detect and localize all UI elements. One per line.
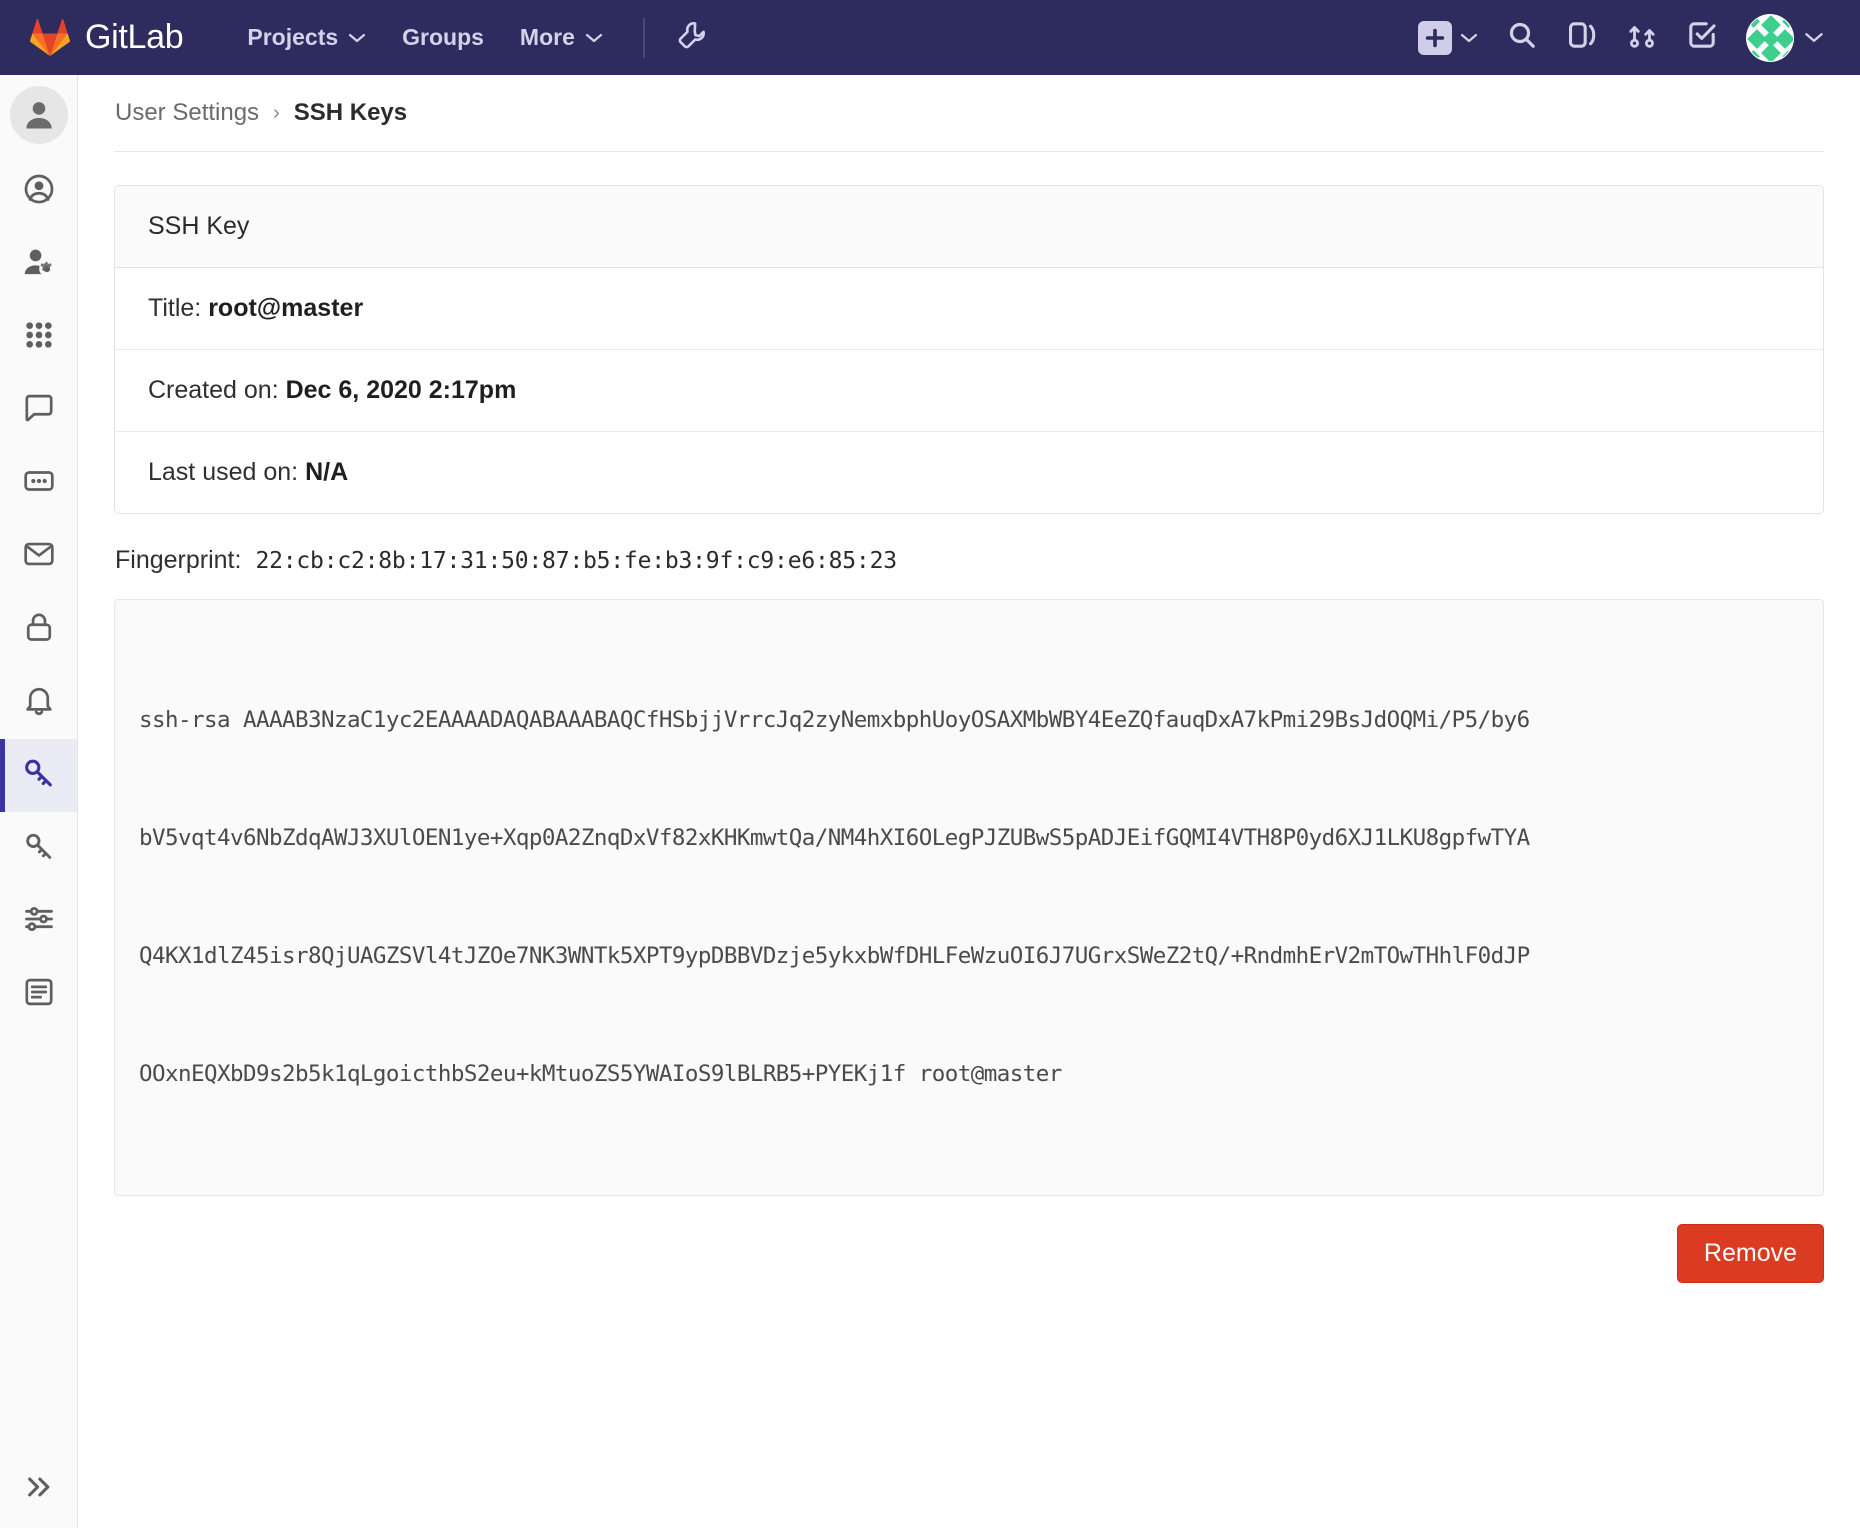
navbar-right-actions (1404, 8, 1834, 68)
sidebar-item-active-sessions[interactable] (0, 958, 77, 1031)
ssh-key-fingerprint: Fingerprint: 22:cb:c2:8b:17:31:50:87:b5:… (114, 546, 1824, 575)
sidebar-profile-avatar[interactable] (0, 75, 77, 155)
fingerprint-label: Fingerprint: (115, 546, 242, 574)
sidebar-item-notifications[interactable] (0, 666, 77, 739)
gitlab-brand[interactable]: GitLab (30, 18, 184, 58)
key-icon (22, 756, 56, 795)
ssh-key-lastused-value: N/A (305, 458, 349, 486)
ssh-key-line: bV5vqt4v6NbZdqAWJ3XUlOEN1ye+Xqp0A2ZnqDxV… (139, 824, 1530, 851)
user-gear-icon (22, 245, 56, 284)
sidebar-item-preferences[interactable] (0, 885, 77, 958)
sidebar-item-ssh-keys[interactable] (0, 739, 77, 812)
profile-avatar-icon (9, 86, 68, 144)
sidebar-item-gpg-keys[interactable] (0, 812, 77, 885)
top-navbar: GitLab Projects Groups More (0, 0, 1860, 75)
ssh-key-line: OOxnEQXbD9s2b5k1qLgoicthbS2eu+kMtuoZS5YW… (139, 1061, 1062, 1088)
nav-divider (642, 17, 645, 58)
sidebar-item-password[interactable] (0, 593, 77, 666)
merge-requests-button[interactable] (1612, 10, 1672, 65)
breadcrumb-parent[interactable]: User Settings (115, 99, 259, 127)
ssh-key-title-row: Title: root@master (115, 268, 1823, 350)
ssh-key-title-label: Title: (148, 294, 202, 322)
chevron-down-icon (1460, 32, 1478, 44)
grid-apps-icon (23, 319, 55, 356)
page-title: SSH Keys (293, 99, 408, 126)
breadcrumb-separator: › (273, 101, 280, 124)
user-avatar (1746, 13, 1794, 62)
ssh-key-public-key[interactable]: ssh-rsa AAAAB3NzaC1yc2EAAAADAQABAAABAQCf… (114, 599, 1824, 1197)
sidebar-item-chat[interactable] (0, 374, 77, 447)
comment-icon (22, 391, 56, 430)
chevron-down-icon (348, 32, 366, 44)
sidebar-item-applications[interactable] (0, 301, 77, 374)
new-item-button[interactable] (1404, 12, 1492, 64)
ssh-key-actions: Remove (114, 1224, 1824, 1284)
bell-icon (22, 683, 56, 722)
ssh-key-card-title: SSH Key (115, 186, 1823, 268)
wrench-icon (677, 20, 707, 55)
list-icon (22, 975, 56, 1014)
key-outline-icon (22, 829, 56, 868)
breadcrumb: User Settings › SSH Keys (114, 75, 1824, 152)
brand-name: GitLab (85, 18, 184, 56)
todos-checkmark-icon (1686, 19, 1718, 56)
main-content: User Settings › SSH Keys SSH Key Title: … (78, 75, 1860, 1528)
issues-icon (1566, 19, 1598, 56)
left-sidebar (0, 75, 78, 1528)
primary-nav: Projects Groups More (229, 14, 621, 61)
ssh-key-lastused-label: Last used on: (148, 458, 299, 486)
nav-link-projects[interactable]: Projects (229, 14, 384, 61)
nav-link-more-label: More (519, 24, 575, 50)
gitlab-logo-icon (30, 18, 70, 58)
nav-link-projects-label: Projects (247, 24, 339, 50)
token-card-icon (22, 464, 56, 503)
sliders-icon (22, 902, 56, 941)
chevron-down-icon (1804, 31, 1824, 44)
ssh-key-line: ssh-rsa AAAAB3NzaC1yc2EAAAADAQABAAABAQCf… (139, 706, 1530, 733)
search-button[interactable] (1492, 10, 1552, 65)
issues-button[interactable] (1552, 10, 1612, 65)
remove-button[interactable]: Remove (1676, 1224, 1824, 1284)
envelope-icon (22, 537, 56, 576)
todos-button[interactable] (1672, 10, 1732, 65)
search-icon (1506, 19, 1538, 56)
sidebar-item-profile[interactable] (0, 155, 77, 228)
fingerprint-value: 22:cb:c2:8b:17:31:50:87:b5:fe:b3:9f:c9:e… (255, 548, 897, 574)
nav-link-groups-label: Groups (402, 24, 484, 50)
user-circle-icon (22, 172, 56, 211)
ssh-key-created-label: Created on: (148, 376, 279, 404)
ssh-key-created-value: Dec 6, 2020 2:17pm (285, 376, 517, 404)
sidebar-item-account[interactable] (0, 228, 77, 301)
nav-link-more[interactable]: More (502, 14, 621, 61)
chevron-down-icon (585, 32, 603, 44)
admin-area-button[interactable] (667, 12, 717, 63)
chevron-double-right-icon (22, 1470, 56, 1509)
sidebar-expand-button[interactable] (0, 1450, 78, 1528)
user-menu-button[interactable] (1732, 8, 1834, 68)
plus-square-icon (1418, 20, 1452, 55)
ssh-key-title-value: root@master (208, 294, 364, 322)
ssh-key-created-row: Created on: Dec 6, 2020 2:17pm (115, 350, 1823, 432)
sidebar-item-emails[interactable] (0, 520, 77, 593)
merge-request-icon (1626, 19, 1658, 56)
lock-icon (22, 610, 56, 649)
nav-link-groups[interactable]: Groups (384, 14, 502, 61)
ssh-key-card: SSH Key Title: root@master Created on: D… (114, 185, 1824, 514)
ssh-key-line: Q4KX1dlZ45isr8QjUAGZSVl4tJZOe7NK3WNTk5XP… (139, 943, 1530, 969)
sidebar-item-access-tokens[interactable] (0, 447, 77, 520)
ssh-key-lastused-row: Last used on: N/A (115, 432, 1823, 513)
